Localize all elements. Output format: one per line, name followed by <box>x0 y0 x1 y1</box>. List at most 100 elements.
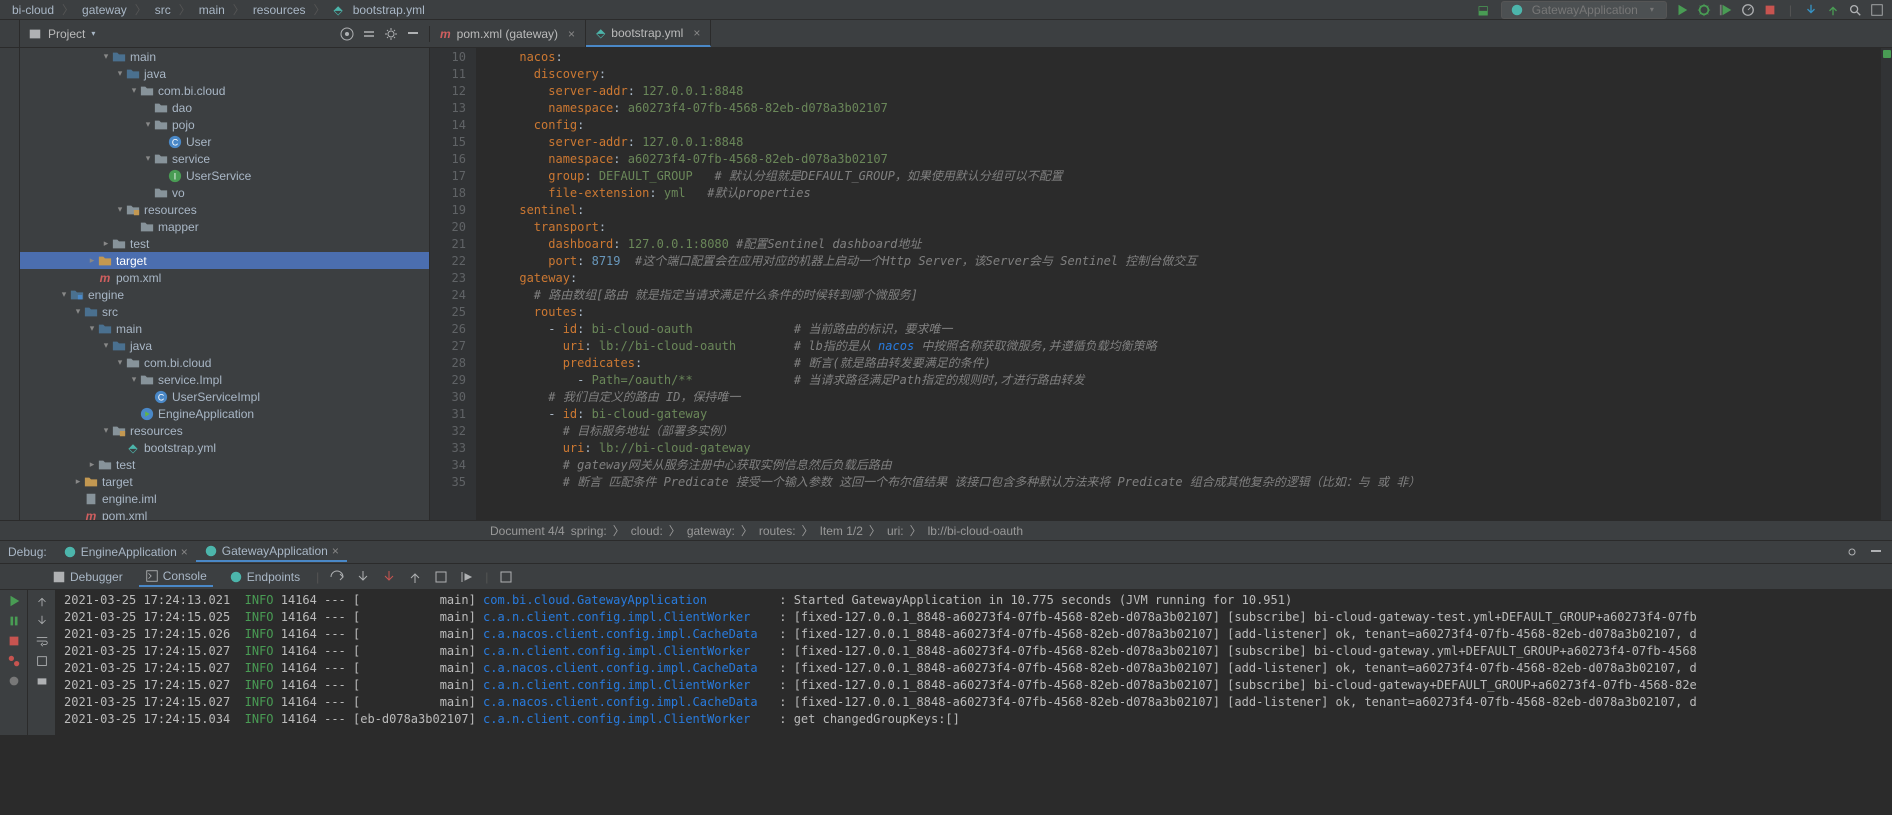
project-title[interactable]: Project <box>48 27 85 41</box>
tree-item[interactable]: vo <box>20 184 429 201</box>
print-icon[interactable] <box>35 674 49 688</box>
crumb-file[interactable]: bootstrap.yml <box>349 3 429 17</box>
git-pull-icon[interactable] <box>1804 3 1818 17</box>
tool-window-bar-left[interactable] <box>0 48 20 520</box>
tree-item[interactable]: main <box>20 320 429 337</box>
tree-item[interactable]: dao <box>20 99 429 116</box>
debug-toolbar: Debugger Console Endpoints | | <box>0 564 1892 590</box>
crumb[interactable]: resources <box>249 3 310 17</box>
gear-icon[interactable] <box>1844 544 1860 560</box>
tree-item[interactable]: EngineApplication <box>20 405 429 422</box>
crumb[interactable]: src <box>151 3 175 17</box>
tree-item[interactable]: java <box>20 65 429 82</box>
gear-icon[interactable] <box>383 26 399 42</box>
step-out-icon[interactable] <box>407 569 423 585</box>
crumb[interactable]: main <box>195 3 229 17</box>
editor[interactable]: 1011121314151617181920212223242526272829… <box>430 48 1892 520</box>
force-step-icon[interactable] <box>381 569 397 585</box>
tree-item[interactable]: service.Impl <box>20 371 429 388</box>
structure-breadcrumb[interactable]: Document 4/4 spring:〉 cloud:〉 gateway:〉 … <box>0 520 1892 540</box>
debug-icon[interactable] <box>1697 3 1711 17</box>
step-over-icon[interactable] <box>329 569 345 585</box>
tab-console[interactable]: Console <box>139 567 213 587</box>
path-breadcrumb: bi-cloud〉 gateway〉 src〉 main〉 resources〉… <box>0 0 1892 20</box>
down-icon[interactable] <box>35 614 49 628</box>
tree-item[interactable]: src <box>20 303 429 320</box>
debug-side-toolbar-1 <box>0 590 28 735</box>
code-area[interactable]: nacos: discovery: server-addr: 127.0.0.1… <box>476 48 1880 520</box>
step-into-icon[interactable] <box>355 569 371 585</box>
tree-item[interactable]: resources <box>20 201 429 218</box>
sep: | <box>1785 3 1796 17</box>
tab-endpoints[interactable]: Endpoints <box>223 568 306 586</box>
tree-item[interactable]: ⬘bootstrap.yml <box>20 439 429 456</box>
git-push-icon[interactable] <box>1826 3 1840 17</box>
breakpoints-icon[interactable] <box>7 654 21 668</box>
tree-item[interactable]: target <box>20 252 429 269</box>
mute-icon[interactable] <box>7 674 21 688</box>
debug-app-gateway[interactable]: GatewayApplication × <box>196 542 347 562</box>
tree-item[interactable]: mpom.xml <box>20 269 429 286</box>
debug-side-toolbar-2 <box>28 590 56 735</box>
search-icon[interactable] <box>1848 3 1862 17</box>
console-output[interactable]: 2021-03-25 17:24:13.021 INFO 14164 --- [… <box>56 590 1892 735</box>
tree-item[interactable]: engine.iml <box>20 490 429 507</box>
crumb[interactable]: bi-cloud <box>8 3 58 17</box>
coverage-icon[interactable] <box>1719 3 1733 17</box>
build-icon[interactable]: ⬓ <box>1473 3 1492 17</box>
rerun-icon[interactable] <box>7 594 21 608</box>
tree-item[interactable]: com.bi.cloud <box>20 82 429 99</box>
evaluate-icon[interactable] <box>498 569 514 585</box>
run-icon[interactable] <box>1675 3 1689 17</box>
debug-app-engine[interactable]: EngineApplication × <box>55 543 196 561</box>
soft-wrap-icon[interactable] <box>35 634 49 648</box>
error-stripe[interactable] <box>1880 48 1892 520</box>
crumb[interactable]: gateway <box>78 3 131 17</box>
main-area: mainjavacom.bi.clouddaopojoCUserserviceI… <box>0 48 1892 520</box>
up-icon[interactable] <box>35 594 49 608</box>
hide-icon[interactable] <box>1868 544 1884 560</box>
tree-item[interactable]: mpom.xml <box>20 507 429 520</box>
tree-item[interactable]: engine <box>20 286 429 303</box>
tree-item[interactable]: main <box>20 48 429 65</box>
project-tree[interactable]: mainjavacom.bi.clouddaopojoCUserserviceI… <box>20 48 430 520</box>
tree-item[interactable]: test <box>20 235 429 252</box>
expand-icon[interactable] <box>361 26 377 42</box>
scroll-end-icon[interactable] <box>35 654 49 668</box>
close-icon[interactable]: × <box>181 545 188 559</box>
run-config-dropdown[interactable]: GatewayApplication ▾ <box>1501 1 1667 19</box>
tree-item[interactable]: resources <box>20 422 429 439</box>
tree-item[interactable]: test <box>20 456 429 473</box>
tree-item[interactable]: CUser <box>20 133 429 150</box>
tree-item[interactable]: mapper <box>20 218 429 235</box>
run-to-cursor-icon[interactable] <box>459 569 475 585</box>
svg-text:C: C <box>158 392 164 402</box>
drop-frame-icon[interactable] <box>433 569 449 585</box>
console-area: 2021-03-25 17:24:13.021 INFO 14164 --- [… <box>0 590 1892 735</box>
tree-item[interactable]: java <box>20 337 429 354</box>
debug-window-tabs: Debug: EngineApplication × GatewayApplic… <box>0 540 1892 564</box>
editor-tab-bootstrap[interactable]: ⬘ bootstrap.yml × <box>586 20 711 47</box>
tree-item[interactable]: service <box>20 150 429 167</box>
svg-text:C: C <box>172 137 178 147</box>
debug-label: Debug: <box>8 545 47 559</box>
tree-item[interactable]: target <box>20 473 429 490</box>
hide-icon[interactable] <box>405 26 421 42</box>
target-icon[interactable] <box>339 26 355 42</box>
tree-item[interactable]: com.bi.cloud <box>20 354 429 371</box>
tab-debugger[interactable]: Debugger <box>46 568 129 586</box>
project-tool-header: Project ▾ <box>20 26 430 42</box>
editor-tab-pom[interactable]: m pom.xml (gateway) × <box>430 20 586 47</box>
stop-icon[interactable] <box>7 634 21 648</box>
close-icon[interactable]: × <box>693 26 700 40</box>
tree-item[interactable]: IUserService <box>20 167 429 184</box>
close-icon[interactable]: × <box>332 544 339 558</box>
stop-icon[interactable] <box>1763 3 1777 17</box>
resume-icon[interactable] <box>7 614 21 628</box>
tree-item[interactable]: pojo <box>20 116 429 133</box>
profile-icon[interactable] <box>1741 3 1755 17</box>
close-icon[interactable]: × <box>568 27 575 41</box>
toolbar-row: Project ▾ m pom.xml (gateway) × ⬘ bootst… <box>0 20 1892 48</box>
tree-item[interactable]: CUserServiceImpl <box>20 388 429 405</box>
ide-settings-icon[interactable] <box>1870 3 1884 17</box>
